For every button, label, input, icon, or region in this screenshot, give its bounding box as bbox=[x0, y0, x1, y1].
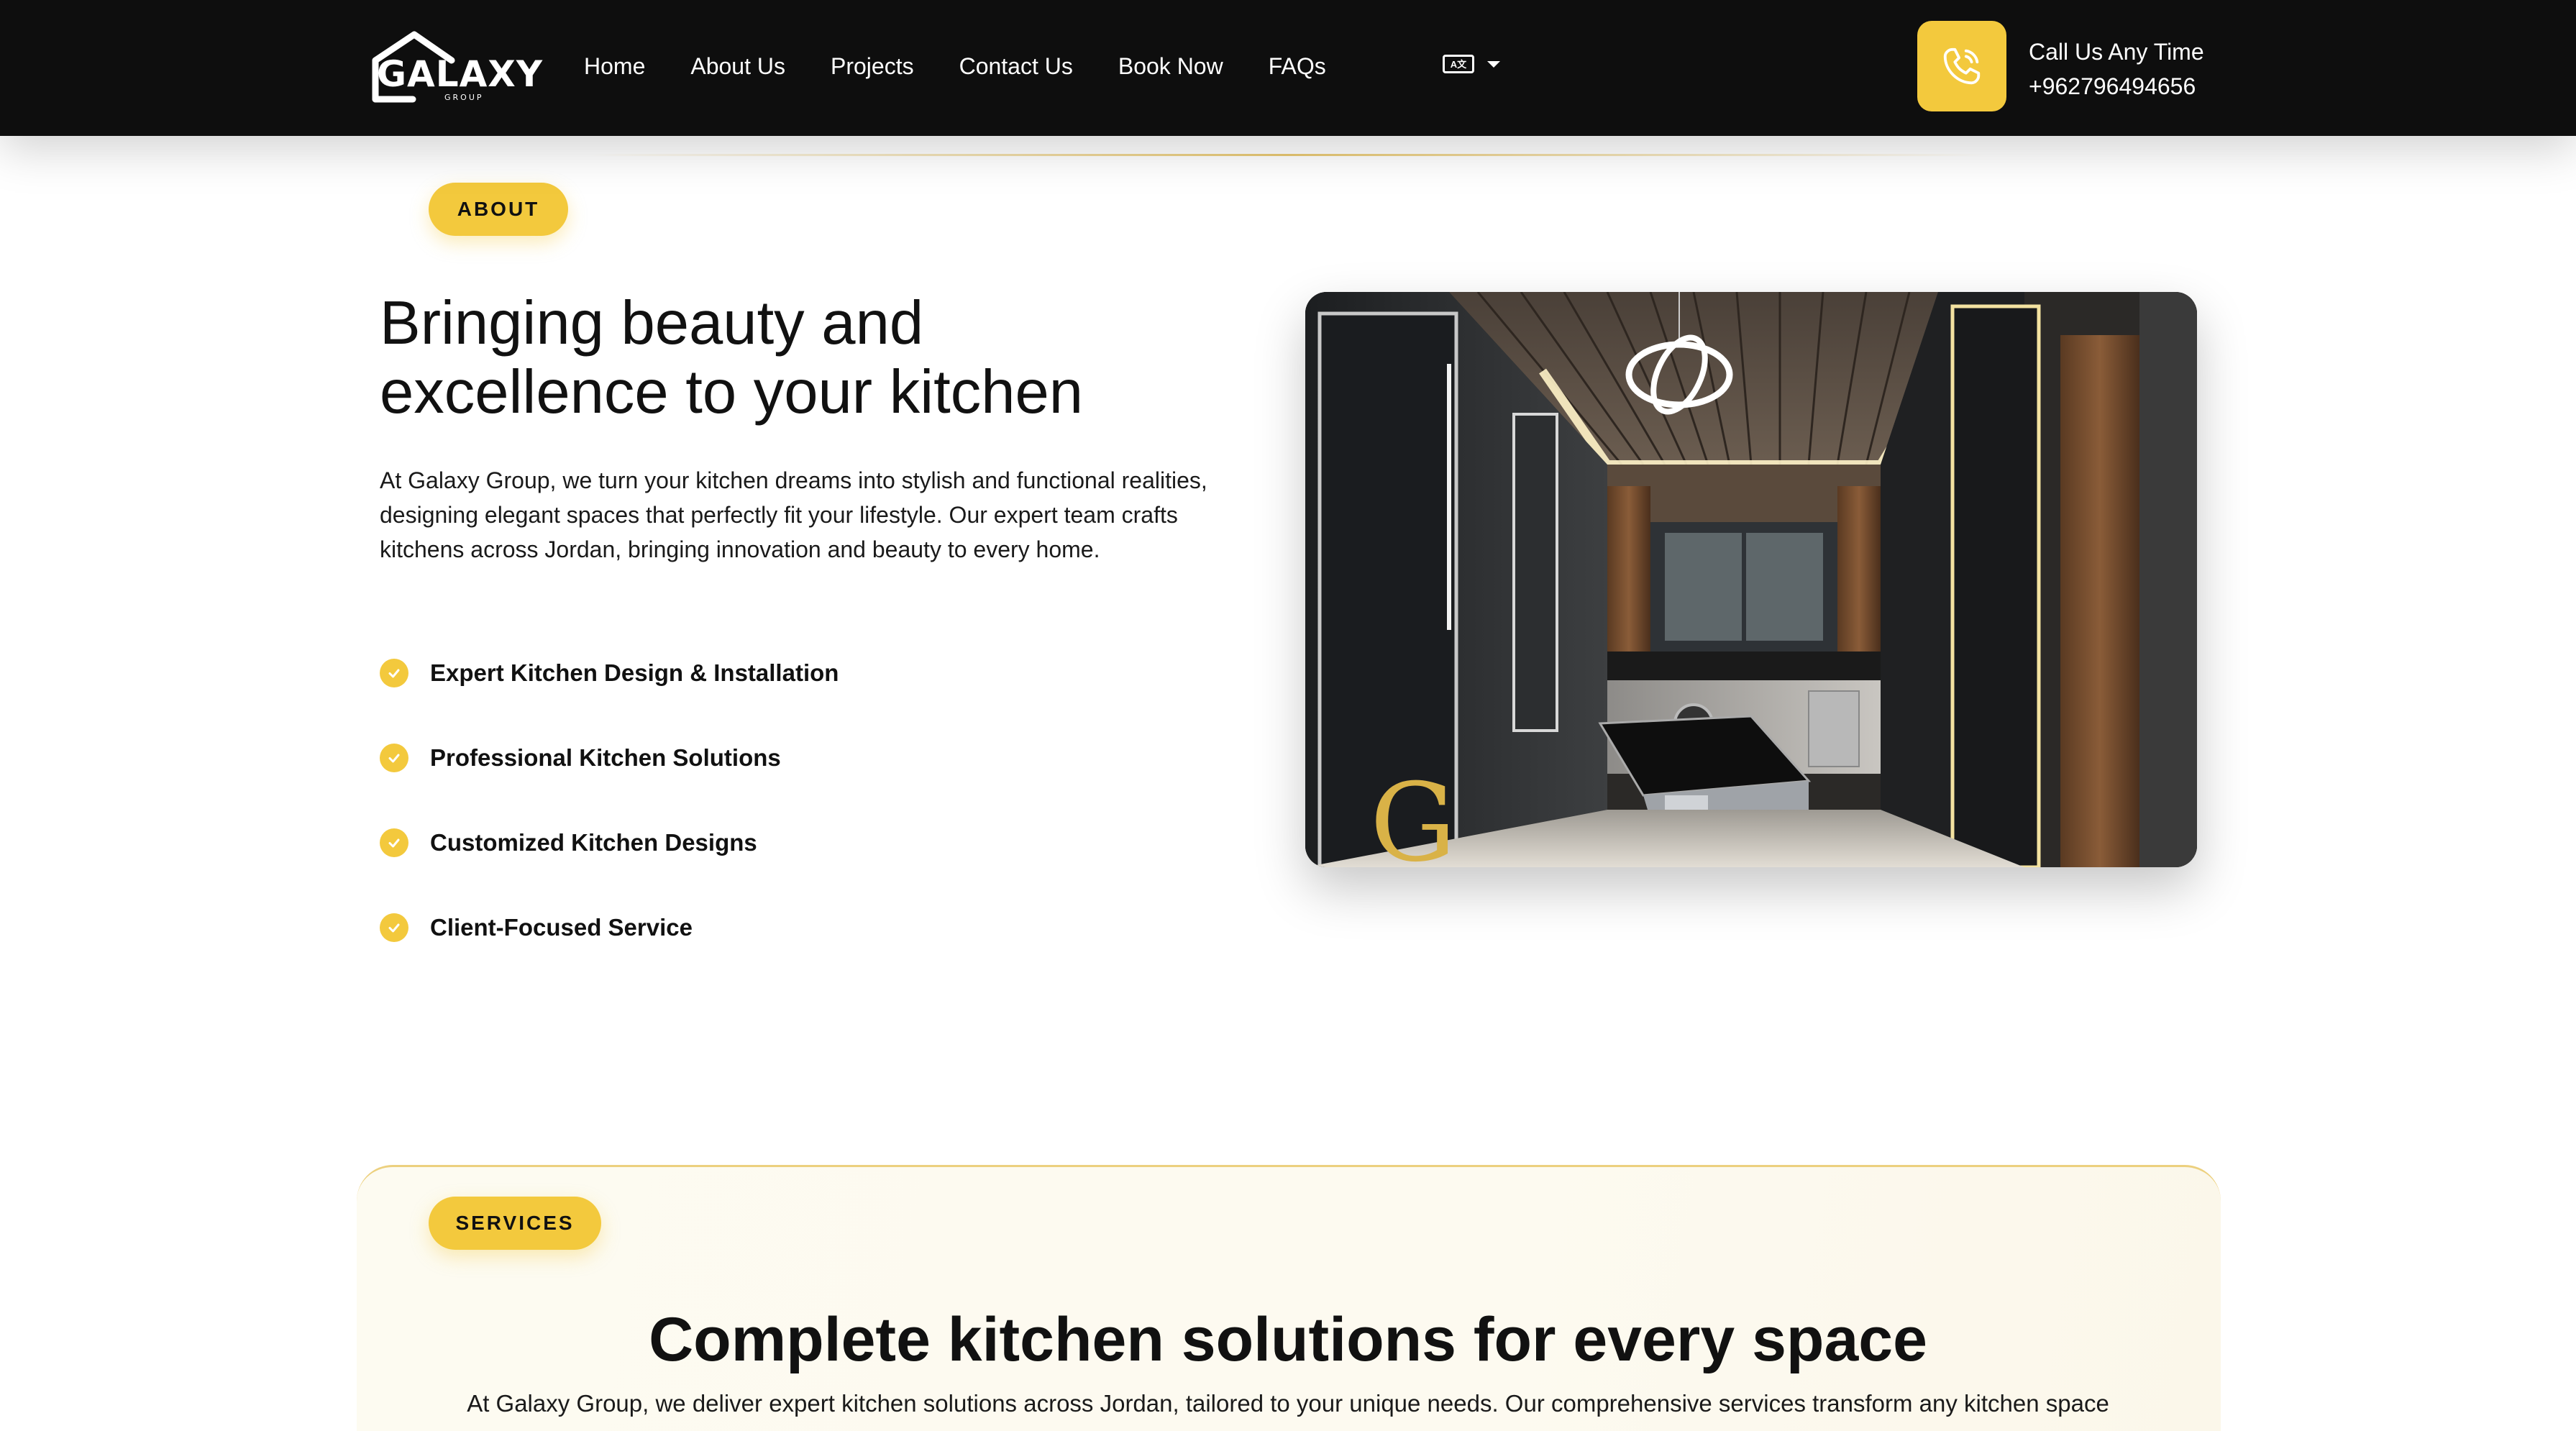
caret-down-icon bbox=[1487, 60, 1500, 68]
feature-label: Customized Kitchen Designs bbox=[430, 829, 757, 856]
check-circle-icon bbox=[380, 744, 408, 772]
feature-item: Client-Focused Service bbox=[380, 913, 693, 942]
top-navbar: GALAXY GROUP Home About Us Projects Cont… bbox=[0, 0, 2576, 136]
check-circle-icon bbox=[380, 828, 408, 857]
brand-logo[interactable]: GALAXY GROUP bbox=[370, 30, 542, 106]
about-heading: Bringing beauty and excellence to your k… bbox=[380, 289, 1243, 427]
about-description: At Galaxy Group, we turn your kitchen dr… bbox=[380, 467, 1207, 562]
call-phone-number[interactable]: +962796494656 bbox=[2029, 69, 2204, 104]
services-heading: Complete kitchen solutions for every spa… bbox=[649, 1305, 1927, 1374]
about-heading-line1: Bringing beauty and bbox=[380, 289, 924, 357]
check-circle-icon bbox=[380, 913, 408, 942]
gold-divider bbox=[590, 154, 1985, 156]
nav-link-home[interactable]: Home bbox=[584, 55, 645, 78]
feature-label: Expert Kitchen Design & Installation bbox=[430, 659, 839, 686]
feature-item: Expert Kitchen Design & Installation bbox=[380, 659, 839, 687]
logo-subtitle: GROUP bbox=[444, 93, 484, 102]
language-dropdown[interactable]: A文 bbox=[1443, 55, 1500, 73]
kitchen-photo: G bbox=[1305, 292, 2197, 867]
about-heading-line2: excellence to your kitchen bbox=[380, 358, 1084, 426]
kitchen-illustration: G bbox=[1305, 292, 2197, 867]
nav-link-contact-us[interactable]: Contact Us bbox=[959, 55, 1073, 78]
about-badge: ABOUT bbox=[429, 183, 568, 236]
feature-label: Client-Focused Service bbox=[430, 914, 693, 941]
feature-label: Professional Kitchen Solutions bbox=[430, 744, 781, 771]
call-button[interactable] bbox=[1917, 21, 2006, 111]
services-badge: SERVICES bbox=[429, 1197, 601, 1250]
check-circle-icon bbox=[380, 659, 408, 687]
translate-icon: A文 bbox=[1443, 55, 1474, 73]
nav-link-about-us[interactable]: About Us bbox=[690, 55, 785, 78]
feature-item: Customized Kitchen Designs bbox=[380, 828, 757, 857]
photo-watermark-letter: G bbox=[1370, 761, 1456, 867]
feature-item: Professional Kitchen Solutions bbox=[380, 744, 781, 772]
call-info[interactable]: Call Us Any Time +962796494656 bbox=[2029, 35, 2204, 104]
call-label: Call Us Any Time bbox=[2029, 39, 2204, 65]
page: GALAXY GROUP Home About Us Projects Cont… bbox=[0, 0, 2576, 1431]
phone-icon bbox=[1943, 47, 1981, 85]
main-nav: Home About Us Projects Contact Us Book N… bbox=[584, 49, 1371, 83]
nav-link-book-now[interactable]: Book Now bbox=[1118, 55, 1223, 78]
nav-link-projects[interactable]: Projects bbox=[831, 55, 914, 78]
logo-wordmark: GALAXY bbox=[377, 53, 544, 95]
nav-link-faqs[interactable]: FAQs bbox=[1269, 55, 1326, 78]
services-description: At Galaxy Group, we deliver expert kitch… bbox=[467, 1390, 2109, 1417]
